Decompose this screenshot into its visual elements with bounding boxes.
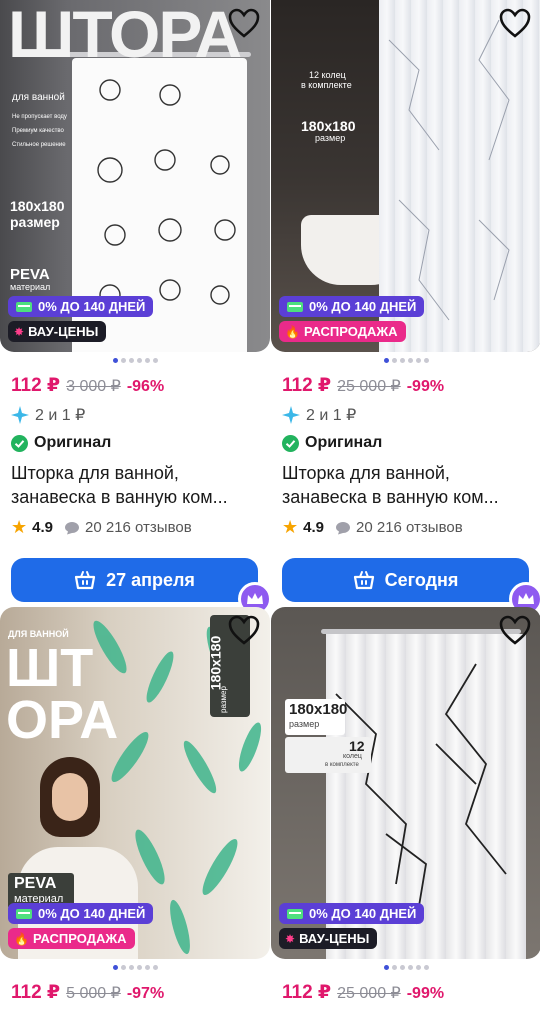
old-price: 25 000 ₽ (337, 985, 401, 1002)
discount: -99% (406, 985, 445, 1002)
installment-badge: 0% ДО 140 ДНЕЙ (279, 903, 425, 924)
installment-badge: 0% ДО 140 ДНЕЙ (8, 903, 154, 924)
basket-icon (74, 571, 96, 590)
original-row: Оригинал (282, 433, 530, 453)
add-to-cart-button[interactable]: 27 апреля (11, 558, 272, 616)
image-material: PEVA (10, 266, 50, 283)
promo-badge: ✸ ВАУ-ЦЕНЫ (279, 928, 378, 949)
spark-icon: ✸ (285, 931, 296, 946)
price: 112 ₽ (282, 982, 332, 1003)
price: 112 ₽ (11, 982, 61, 1003)
check-circle-icon (11, 434, 28, 452)
photo-pagination (271, 965, 540, 971)
product-photo[interactable]: ДЛЯ ВАННОЙ ШТ ОРА 180х180 размер PEVA ма… (0, 607, 270, 959)
image-subtitle: для ванной (12, 92, 65, 103)
sparkle-icon (282, 406, 300, 424)
rating-row: ★ 4.9 20 216 отзывов (11, 517, 192, 537)
favorite-heart-icon[interactable] (499, 8, 531, 38)
image-title: ШТОРА (8, 0, 242, 71)
photo-pagination (0, 965, 270, 971)
image-size: 180х180 (10, 198, 65, 214)
sale-badge: 🔥 РАСПРОДАЖА (8, 928, 135, 949)
delivery-date: 27 апреля (106, 569, 195, 590)
original-row: Оригинал (11, 433, 259, 453)
discount: -96% (126, 378, 165, 395)
card-icon (287, 908, 303, 919)
image-feature: Не пропускает воду (12, 114, 67, 120)
delivery-date: Сегодня (384, 569, 459, 590)
product-photo[interactable]: 180х180 размер 12 колец в комплекте 0% Д… (271, 607, 540, 959)
image-size-label: размер (315, 133, 346, 143)
comment-icon (65, 521, 79, 534)
discount: -97% (126, 985, 165, 1002)
basket-icon (353, 571, 374, 590)
favorite-heart-icon[interactable] (228, 615, 260, 645)
add-to-cart-button[interactable]: Сегодня (282, 558, 540, 616)
spark-icon: ✸ (14, 324, 25, 339)
old-price: 3 000 ₽ (66, 378, 121, 395)
image-size-label: размер (10, 214, 60, 230)
price: 112 ₽ (282, 375, 332, 396)
price: 112 ₽ (11, 375, 61, 396)
flame-icon: 🔥 (285, 324, 300, 339)
image-material-label: материал (10, 282, 51, 292)
rating-row: ★ 4.9 20 216 отзывов (282, 517, 463, 537)
product-photo[interactable]: ШТОРА для ванной Не пропускает воду Прем… (0, 0, 270, 352)
star-icon: ★ (282, 517, 299, 537)
check-circle-icon (282, 434, 299, 452)
image-feature: Стильное решение (12, 142, 66, 148)
product-card[interactable]: ДЛЯ ВАННОЙ ШТ ОРА 180х180 размер PEVA ма… (0, 607, 270, 1004)
rings-sticker: 12 колец в комплекте (285, 737, 371, 773)
star-icon: ★ (11, 517, 28, 537)
product-card[interactable]: 180х180 размер 12 колец в комплекте 0% Д… (271, 607, 540, 1004)
image-rings-label: в комплекте (301, 80, 352, 90)
image-title: ОРА (6, 690, 119, 750)
card-icon (287, 301, 303, 312)
favorite-heart-icon[interactable] (499, 615, 531, 645)
card-icon (16, 301, 32, 312)
installment-badge: 0% ДО 140 ДНЕЙ (8, 296, 154, 317)
sale-badge: 🔥 РАСПРОДАЖА (279, 321, 406, 342)
flame-icon: 🔥 (14, 931, 29, 946)
product-grid: ШТОРА для ванной Не пропускает воду Прем… (0, 0, 540, 1024)
bonus-row: 2 и 1 ₽ (11, 405, 259, 425)
image-feature: Премиум качество (12, 128, 64, 134)
sparkle-icon (11, 406, 29, 424)
favorite-heart-icon[interactable] (228, 8, 260, 38)
discount: -99% (406, 378, 445, 395)
product-title[interactable]: Шторка для ванной, занавеска в ванную ко… (11, 461, 259, 509)
cats-pattern (97, 79, 236, 306)
image-rings: 12 колец (309, 70, 346, 80)
old-price: 25 000 ₽ (337, 378, 401, 395)
installment-badge: 0% ДО 140 ДНЕЙ (279, 296, 425, 317)
bonus-row: 2 и 1 ₽ (282, 405, 530, 425)
photo-pagination (0, 358, 270, 364)
card-icon (16, 908, 32, 919)
product-title[interactable]: Шторка для ванной, занавеска в ванную ко… (282, 461, 530, 509)
comment-icon (336, 521, 350, 534)
product-photo[interactable]: 12 колец в комплекте 180х180 размер 0% Д… (271, 0, 540, 352)
photo-pagination (271, 358, 540, 364)
promo-badge: ✸ ВАУ-ЦЕНЫ (8, 321, 107, 342)
product-card[interactable]: ШТОРА для ванной Не пропускает воду Прем… (0, 0, 272, 616)
product-card[interactable]: 12 колец в комплекте 180х180 размер 0% Д… (271, 0, 540, 616)
old-price: 5 000 ₽ (66, 985, 121, 1002)
size-sticker: 180х180 размер (285, 699, 347, 735)
image-size: 180х180 (301, 118, 356, 134)
